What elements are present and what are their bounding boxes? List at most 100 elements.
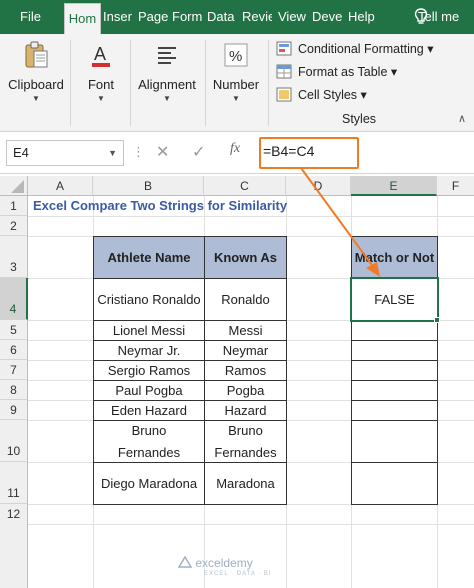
tab-insert[interactable]: Inser — [103, 0, 133, 34]
tab-developer[interactable]: Deve — [312, 0, 342, 34]
match-cell[interactable] — [351, 320, 438, 341]
number-label: Number — [212, 77, 260, 92]
formula-bar-grip-icon[interactable]: ⋮ — [132, 144, 145, 160]
known-as-cell[interactable]: Messi — [204, 320, 287, 341]
athlete-name-cell[interactable]: Neymar Jr. — [93, 340, 205, 361]
known-as-cell[interactable]: Hazard — [204, 400, 287, 421]
cell-styles-label: Cell Styles — [298, 88, 358, 102]
worksheet-grid[interactable]: A B C D E F 1 2 3 4 5 6 7 8 9 10 11 12 E… — [0, 174, 474, 588]
clipboard-label: Clipboard — [8, 77, 64, 92]
svg-text:%: % — [229, 48, 242, 65]
known-as-cell[interactable]: Ramos — [204, 360, 287, 381]
known-as-cell[interactable]: Pogba — [204, 380, 287, 401]
clipboard-group[interactable]: Clipboard ▼ — [8, 40, 64, 103]
athlete-name-cell[interactable]: Cristiano Ronaldo — [93, 278, 205, 321]
format-as-table-label: Format as Table — [298, 65, 388, 79]
row-header-10[interactable]: 10 — [0, 420, 28, 462]
column-header-a[interactable]: A — [28, 176, 93, 196]
row-header-11[interactable]: 11 — [0, 462, 28, 504]
row-header-5[interactable]: 5 — [0, 320, 28, 340]
athlete-name-cell[interactable]: Diego Maradona — [93, 462, 205, 505]
known-as-cell[interactable]: Bruno Fernandes — [204, 420, 287, 463]
tell-me-search[interactable]: Tell me — [418, 0, 459, 34]
column-header-e[interactable]: E — [351, 176, 437, 196]
known-as-cell[interactable]: Ronaldo — [204, 278, 287, 321]
percent-icon: % — [224, 43, 248, 67]
collapse-ribbon-icon[interactable]: ∧ — [458, 112, 466, 125]
formula-bar: E4 ▼ ⋮ ✕ ✓ fx =B4=C4 — [0, 132, 474, 174]
column-header-c[interactable]: C — [204, 176, 286, 196]
tab-file[interactable]: File — [6, 0, 46, 34]
name-box-caret-icon[interactable]: ▼ — [108, 141, 117, 165]
name-box[interactable]: E4 ▼ — [6, 140, 124, 166]
header-match-or-not[interactable]: Match or Not — [351, 236, 438, 279]
tab-help[interactable]: Help — [348, 0, 378, 34]
number-group[interactable]: % Number ▼ — [210, 40, 262, 103]
row-header-4[interactable]: 4 — [0, 278, 28, 320]
insert-function-icon[interactable]: fx — [230, 141, 240, 157]
cancel-icon[interactable]: ✕ — [156, 142, 169, 162]
athlete-name-cell[interactable]: Eden Hazard — [93, 400, 205, 421]
row-header-3[interactable]: 3 — [0, 236, 28, 278]
fill-handle[interactable] — [434, 317, 440, 323]
match-cell[interactable] — [351, 380, 438, 401]
conditional-formatting-icon — [276, 41, 292, 56]
match-cell[interactable] — [351, 400, 438, 421]
exceldemy-logo-icon — [177, 555, 193, 568]
clipboard-icon — [25, 41, 48, 68]
font-color-icon: A — [92, 44, 110, 67]
athlete-name-cell[interactable]: Paul Pogba — [93, 380, 205, 401]
font-caret-icon: ▼ — [97, 94, 105, 103]
select-all-corner[interactable] — [0, 176, 28, 196]
column-header-f[interactable]: F — [437, 176, 474, 196]
tab-data[interactable]: Data — [207, 0, 237, 34]
alignment-caret-icon: ▼ — [163, 94, 171, 103]
row-header-12[interactable]: 12 — [0, 504, 28, 588]
font-label: Font — [87, 77, 114, 92]
athlete-name-cell[interactable]: Lionel Messi — [93, 320, 205, 341]
svg-text:A: A — [94, 44, 106, 64]
match-cell[interactable] — [351, 360, 438, 381]
sheet-title[interactable]: Excel Compare Two Strings for Similarity — [33, 198, 287, 213]
match-cell[interactable] — [351, 462, 438, 505]
row-header-9[interactable]: 9 — [0, 400, 28, 420]
enter-icon[interactable]: ✓ — [192, 142, 205, 162]
name-box-value: E4 — [13, 145, 29, 160]
athlete-name-cell[interactable]: Sergio Ramos — [93, 360, 205, 381]
conditional-formatting-label: Conditional Formatting — [298, 42, 424, 56]
column-header-d[interactable]: D — [286, 176, 351, 196]
row-header-1[interactable]: 1 — [0, 196, 28, 216]
known-as-cell[interactable]: Maradona — [204, 462, 287, 505]
cell-styles-icon — [276, 87, 292, 102]
formula-callout-box — [259, 137, 359, 169]
header-athlete-name[interactable]: Athlete Name — [93, 236, 205, 279]
match-cell[interactable] — [351, 340, 438, 361]
format-as-table-icon — [276, 64, 292, 79]
font-group[interactable]: A Font ▼ — [78, 40, 124, 103]
tab-formulas[interactable]: Form — [172, 0, 202, 34]
tab-review[interactable]: Revie — [242, 0, 272, 34]
match-cell[interactable] — [351, 420, 438, 463]
active-cell-outline[interactable] — [350, 277, 439, 322]
row-header-8[interactable]: 8 — [0, 380, 28, 400]
header-known-as[interactable]: Known As — [204, 236, 287, 279]
ribbon-tab-bar: File Hom Inser Page Form Data Revie View… — [0, 0, 474, 34]
exceldemy-watermark: exceldemy — [177, 555, 253, 570]
row-header-12-label: 12 — [6, 507, 21, 521]
align-lines-icon — [158, 47, 176, 64]
alignment-group[interactable]: Alignment ▼ — [134, 40, 200, 103]
tab-page-layout[interactable]: Page — [138, 0, 168, 34]
tab-home[interactable]: Hom — [64, 3, 101, 34]
watermark-tagline: EXCEL · DATA · BI — [204, 571, 272, 577]
tab-view[interactable]: View — [278, 0, 308, 34]
column-header-b[interactable]: B — [93, 176, 204, 196]
watermark-brand: exceldemy — [195, 556, 253, 570]
row-header-2[interactable]: 2 — [0, 216, 28, 236]
known-as-cell[interactable]: Neymar — [204, 340, 287, 361]
row-header-7[interactable]: 7 — [0, 360, 28, 380]
row-header-6[interactable]: 6 — [0, 340, 28, 360]
ribbon: Clipboard ▼ A Font ▼ Alignment ▼ % Numbe… — [0, 34, 474, 132]
styles-group-label: Styles — [342, 112, 377, 126]
number-caret-icon: ▼ — [232, 94, 240, 103]
athlete-name-cell[interactable]: Bruno Fernandes — [93, 420, 205, 463]
